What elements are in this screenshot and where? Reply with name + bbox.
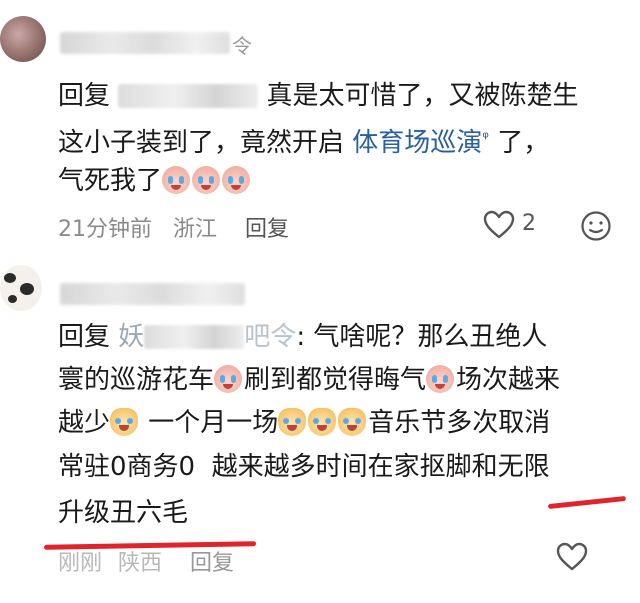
heart-outline-icon[interactable] [482, 210, 516, 240]
reply-target[interactable]: 妖 [118, 322, 144, 352]
topic-link[interactable]: 体育场巡演 [352, 128, 482, 158]
smiley-icon[interactable] [580, 210, 612, 242]
reply-button[interactable]: 回复 [245, 211, 289, 243]
reply-target-blurred[interactable] [144, 325, 245, 349]
like-count: 2 [522, 211, 536, 236]
crying-emoji-icon [162, 166, 191, 194]
comment-time: 刚刚 [58, 551, 103, 576]
comment-text: 一个月一场 [148, 408, 279, 438]
comment-text: 场次越来 [456, 365, 561, 395]
reply-target-blurred[interactable] [118, 84, 259, 108]
comment-text: 这小子装到了，竟然开启 [58, 128, 345, 158]
comment-text: 越少 [58, 408, 111, 438]
comment-text-line: 越少 一个月一场 音乐节多次取消 [58, 404, 550, 442]
crying-emoji-icon [214, 365, 243, 393]
comment-text: 音乐节多次取消 [368, 408, 551, 438]
crying-cat-emoji-icon [278, 408, 307, 436]
comment-text: : 气啥呢？那么丑绝人 [296, 322, 548, 352]
comment-text: 了， [497, 128, 550, 158]
username-blurred[interactable] [60, 283, 245, 305]
comment-text: 气死我了 [58, 166, 163, 196]
comment-text-line: 回复 真是太可惜了，又被陈楚生 [58, 77, 579, 115]
crying-cat-emoji-icon [110, 408, 139, 436]
crying-cat-emoji-icon [338, 408, 367, 436]
comment-text-line: 升级丑六毛 [58, 494, 188, 532]
comment-text: 升级丑六毛 [58, 498, 189, 528]
reply-prefix: 回复 [58, 322, 111, 352]
comment-location: 浙江 [173, 217, 218, 242]
reply-button[interactable]: 回复 [190, 545, 234, 577]
comment-location: 陕西 [118, 551, 163, 576]
avatar[interactable] [0, 265, 42, 311]
username-blurred[interactable] [60, 32, 230, 54]
avatar[interactable] [0, 16, 46, 62]
comment-text-line: 回复 妖 吧令: 气啥呢？那么丑绝人 [58, 318, 547, 356]
comment-text-line: 这小子装到了，竟然开启 体育场巡演ᵠ 了， [58, 119, 549, 162]
heart-outline-icon[interactable] [555, 542, 589, 572]
comment-text-line: 气死我了 [58, 162, 252, 200]
crying-cat-emoji-icon [308, 408, 337, 436]
comment-text: 寰的巡游花车 [58, 365, 215, 395]
crying-emoji-icon [192, 166, 221, 194]
comment-text: 常驻0商务0 越来越多时间在家抠脚和无限 [58, 452, 550, 482]
annotation-underline [547, 495, 627, 510]
reply-target-tail[interactable]: 吧令 [244, 322, 296, 352]
comment-text-line: 常驻0商务0 越来越多时间在家抠脚和无限 [58, 448, 550, 486]
reply-prefix: 回复 [58, 81, 111, 111]
search-link-icon[interactable]: ᵠ [482, 128, 489, 147]
crying-emoji-icon [222, 166, 251, 194]
comment-text: 刷到都觉得晦气 [244, 365, 427, 395]
comment-text-line: 寰的巡游花车 刷到都觉得晦气 场次越来 [58, 361, 560, 399]
comment-time: 21分钟前 [58, 217, 152, 242]
crying-emoji-icon [426, 365, 455, 393]
username-tail: 令 [232, 34, 254, 58]
comment-text: 真是太可惜了，又被陈楚生 [266, 81, 579, 111]
